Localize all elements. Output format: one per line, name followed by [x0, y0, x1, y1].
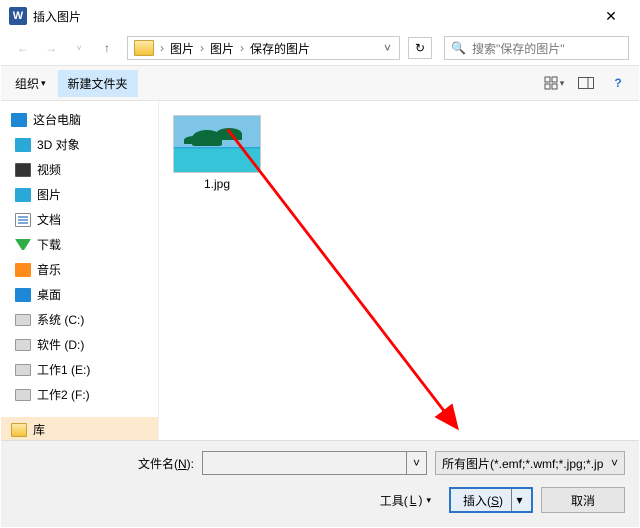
tools-menu[interactable]: 工具(L)▾ [380, 492, 431, 509]
tree-3d-objects[interactable]: 3D 对象 [1, 132, 158, 157]
preview-pane-button[interactable] [573, 71, 599, 95]
breadcrumb-item[interactable]: 图片 [208, 38, 236, 59]
search-icon: 🔍 [451, 41, 466, 55]
filename-input[interactable]: ˅ [202, 451, 427, 475]
search-placeholder: 搜索"保存的图片" [472, 40, 565, 57]
tree-desktop[interactable]: 桌面 [1, 282, 158, 307]
command-bar: 组织 ▾ 新建文件夹 ? [1, 65, 639, 101]
view-options-button[interactable] [541, 71, 567, 95]
address-dropdown-icon[interactable]: ˅ [380, 41, 395, 55]
search-input[interactable]: 🔍 搜索"保存的图片" [444, 36, 629, 60]
dialog-title: 插入图片 [33, 8, 591, 25]
word-app-icon: W [9, 7, 27, 25]
documents-icon [15, 213, 31, 227]
breadcrumb-bar[interactable]: › 图片 › 图片 › 保存的图片 ˅ [127, 36, 400, 60]
chevron-right-icon: › [236, 41, 248, 55]
music-icon [15, 263, 31, 277]
forward-button[interactable]: → [39, 36, 63, 60]
download-icon [15, 239, 31, 250]
chevron-down-icon: ▾ [426, 495, 431, 506]
tree-videos[interactable]: 视频 [1, 157, 158, 182]
tree-drive-d[interactable]: 软件 (D:) [1, 332, 158, 357]
insert-button[interactable]: 插入(S) ▾ [449, 487, 533, 513]
help-button[interactable]: ? [605, 71, 631, 95]
tree-drive-c[interactable]: 系统 (C:) [1, 307, 158, 332]
video-icon [15, 163, 31, 177]
chevron-down-icon: ▾ [41, 78, 46, 89]
drive-icon [15, 314, 31, 326]
tree-music[interactable]: 音乐 [1, 257, 158, 282]
drive-icon [15, 389, 31, 401]
image-thumbnail [173, 115, 261, 173]
file-item[interactable]: 1.jpg [169, 115, 265, 191]
up-button[interactable]: ↑ [95, 36, 119, 60]
refresh-button[interactable]: ↻ [408, 37, 432, 59]
tree-drive-f[interactable]: 工作2 (F:) [1, 382, 158, 407]
filename-dropdown-icon[interactable]: ˅ [406, 452, 426, 474]
file-name: 1.jpg [169, 177, 265, 191]
file-type-select[interactable]: 所有图片(*.emf;*.wmf;*.jpg;*.jp [435, 451, 625, 475]
new-folder-button[interactable]: 新建文件夹 [58, 70, 138, 97]
library-icon [11, 423, 27, 437]
title-bar: W 插入图片 ✕ [1, 1, 639, 31]
insert-dropdown-icon[interactable]: ▾ [511, 489, 527, 511]
navigation-tree: 这台电脑 3D 对象 视频 图片 文档 下载 音乐 桌面 系统 (C:) 软件 … [1, 101, 159, 440]
insert-picture-dialog: W 插入图片 ✕ ← → ˅ ↑ › 图片 › 图片 › 保存的图片 ˅ ↻ 🔍… [0, 0, 640, 528]
objects-3d-icon [15, 138, 31, 152]
cancel-button[interactable]: 取消 [541, 487, 625, 513]
breadcrumb-item[interactable]: 保存的图片 [248, 38, 312, 59]
dialog-footer: 文件名(N): ˅ 所有图片(*.emf;*.wmf;*.jpg;*.jp 工具… [1, 440, 639, 527]
organize-menu[interactable]: 组织 ▾ [9, 71, 52, 96]
navigation-bar: ← → ˅ ↑ › 图片 › 图片 › 保存的图片 ˅ ↻ 🔍 搜索"保存的图片… [1, 31, 639, 65]
close-button[interactable]: ✕ [591, 8, 631, 25]
back-button[interactable]: ← [11, 36, 35, 60]
folder-icon [134, 40, 154, 56]
pictures-icon [15, 188, 31, 202]
recent-locations-dropdown[interactable]: ˅ [67, 36, 91, 60]
tree-drive-e[interactable]: 工作1 (E:) [1, 357, 158, 382]
drive-icon [15, 364, 31, 376]
tree-this-pc[interactable]: 这台电脑 [1, 107, 158, 132]
tree-downloads[interactable]: 下载 [1, 232, 158, 257]
tree-documents[interactable]: 文档 [1, 207, 158, 232]
tree-pictures[interactable]: 图片 [1, 182, 158, 207]
tree-libraries[interactable]: 库 [1, 417, 158, 440]
drive-icon [15, 339, 31, 351]
chevron-right-icon: › [196, 41, 208, 55]
pc-icon [11, 113, 27, 127]
file-list[interactable]: 1.jpg [159, 101, 639, 440]
filename-label: 文件名(N): [138, 455, 194, 472]
desktop-icon [15, 288, 31, 302]
chevron-right-icon: › [156, 41, 168, 55]
breadcrumb-item[interactable]: 图片 [168, 38, 196, 59]
